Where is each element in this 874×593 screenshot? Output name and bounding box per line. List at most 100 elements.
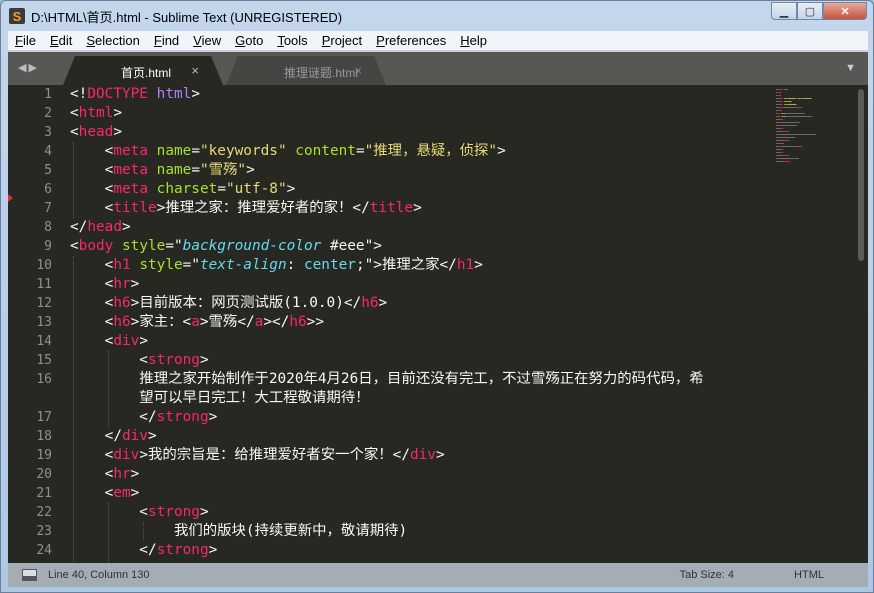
bookmark-marker-icon xyxy=(8,194,13,202)
line-number: 6 xyxy=(44,182,52,197)
code-editor[interactable]: 1 2 3 4 5 6 7 8 9 10 11 12 13 14 15 16 17 18 19 20 21 22 23 24 … xyxy=(8,85,868,563)
minimap[interactable] xyxy=(776,85,856,185)
menu-selection[interactable]: Selection xyxy=(79,33,146,48)
token-tag: div xyxy=(121,428,148,444)
tab-nav-arrows-icon[interactable]: ◀▶ xyxy=(18,61,39,74)
token-tag: title xyxy=(369,200,414,216)
minimap-line xyxy=(786,113,800,114)
token-p: </ xyxy=(70,542,157,558)
token-p: > xyxy=(139,333,148,349)
token-p: < xyxy=(70,466,114,482)
token-attr: content xyxy=(295,143,356,159)
panel-toggle-icon[interactable] xyxy=(22,569,37,581)
menu-goto[interactable]: Goto xyxy=(228,33,270,48)
code-line: <body style="background-color #eee"> xyxy=(70,237,704,256)
token-p: </ xyxy=(392,447,410,463)
token-tag: strong xyxy=(147,504,200,520)
token-p: > xyxy=(113,105,122,121)
token-p: > xyxy=(497,143,506,159)
code-line: </strong> xyxy=(70,408,704,427)
menu-preferences[interactable]: Preferences xyxy=(369,33,453,48)
maximize-button[interactable]: ▢ xyxy=(797,2,823,20)
sublime-logo-icon: S xyxy=(9,8,25,24)
minimize-button[interactable]: ▁ xyxy=(771,2,797,20)
token-p: < xyxy=(182,314,192,330)
token-p: ;"> xyxy=(355,257,382,273)
close-tab-icon[interactable]: × xyxy=(191,63,199,78)
minimap-line xyxy=(800,146,802,147)
token-p: <! xyxy=(70,86,88,102)
token-p: </ xyxy=(70,409,157,425)
menu-tools[interactable]: Tools xyxy=(270,33,314,48)
tab-bar: ◀▶ 首页.html × 推理谜题.html × ▼ xyxy=(8,52,868,85)
code-line: <em> xyxy=(70,484,704,503)
tab-size-selector[interactable]: Tab Size: 4 xyxy=(680,569,734,581)
menu-help[interactable]: Help xyxy=(453,33,494,48)
title-bar: S D:\HTML\首页.html - Sublime Text (UNREGI… xyxy=(1,1,873,31)
token-attr: name xyxy=(156,162,192,178)
minimap-line xyxy=(780,92,781,93)
code-line: 我们的版块(持续更新中，敬请期待) xyxy=(70,522,704,541)
minimap-line xyxy=(776,161,784,162)
minimap-line xyxy=(776,140,784,141)
code-line: <head> xyxy=(70,123,704,142)
menu-find[interactable]: Find xyxy=(147,33,186,48)
tab-list-dropdown-icon[interactable]: ▼ xyxy=(845,62,856,74)
token-css: background-color xyxy=(182,238,322,254)
line-number: 24 xyxy=(36,543,52,558)
cursor-position: Line 40, Column 130 xyxy=(48,569,150,581)
token-css: text-align xyxy=(199,257,287,273)
token-attr: style xyxy=(139,257,183,273)
token-p: > xyxy=(413,200,422,216)
code-line: 望可以早日完工！大工程敬请期待！ xyxy=(70,389,704,408)
tab-puzzle-html[interactable]: 推理谜题.html × xyxy=(226,56,386,85)
minimap-line xyxy=(783,143,784,144)
token-p: > xyxy=(147,428,157,444)
minimap-line xyxy=(788,155,789,156)
token-val: center xyxy=(303,257,356,273)
token-tag: div xyxy=(113,333,140,349)
token-p: = xyxy=(191,162,200,178)
close-tab-icon[interactable]: × xyxy=(354,63,362,78)
line-number: 19 xyxy=(36,448,52,463)
status-bar: Line 40, Column 130 Tab Size: 4 HTML xyxy=(8,563,868,587)
token-p: > xyxy=(378,295,388,311)
line-number: 9 xyxy=(44,239,52,254)
minimap-line xyxy=(788,131,789,132)
minimap-line xyxy=(782,122,796,123)
code-line: </strong> xyxy=(70,541,704,560)
code-line: <h6>家主：<a>雪殇</a></h6>> xyxy=(70,313,704,332)
syntax-selector[interactable]: HTML xyxy=(794,569,824,581)
token-tag: head xyxy=(78,124,114,140)
menu-file[interactable]: File xyxy=(8,33,43,48)
minimap-line xyxy=(776,131,784,132)
token-p: < xyxy=(70,295,114,311)
menu-edit[interactable]: Edit xyxy=(43,33,79,48)
vertical-scrollbar[interactable] xyxy=(858,89,864,261)
token-p: > xyxy=(113,124,122,140)
line-number: 21 xyxy=(36,486,52,501)
close-button[interactable]: ✕ xyxy=(823,2,867,20)
minimap-line xyxy=(811,98,812,99)
token-p: < xyxy=(70,143,114,159)
line-number: 16 xyxy=(36,372,52,387)
code-line: 推理之家开始制作于2020年4月26日，目前还没有完工，不过雪殇正在努力的码代码… xyxy=(70,370,703,389)
token-p: > xyxy=(435,447,445,463)
minimap-line xyxy=(787,89,788,90)
menu-view[interactable]: View xyxy=(186,33,228,48)
minimap-line xyxy=(780,95,781,96)
token-tag: em xyxy=(113,485,131,501)
minimap-line xyxy=(776,158,800,159)
tab-index-html[interactable]: 首页.html × xyxy=(63,56,223,85)
token-tag: div xyxy=(409,447,436,463)
minimap-line xyxy=(783,146,797,147)
token-p xyxy=(148,181,157,197)
token-p: < xyxy=(70,105,79,121)
line-number: 10 xyxy=(36,258,52,273)
token-p: < xyxy=(70,200,114,216)
token-txt: 家主： xyxy=(139,314,183,330)
menu-project[interactable]: Project xyxy=(315,33,369,48)
code-line: <meta charset="utf-8"> xyxy=(70,180,704,199)
minimap-line xyxy=(788,98,796,99)
minimap-line xyxy=(781,149,783,150)
